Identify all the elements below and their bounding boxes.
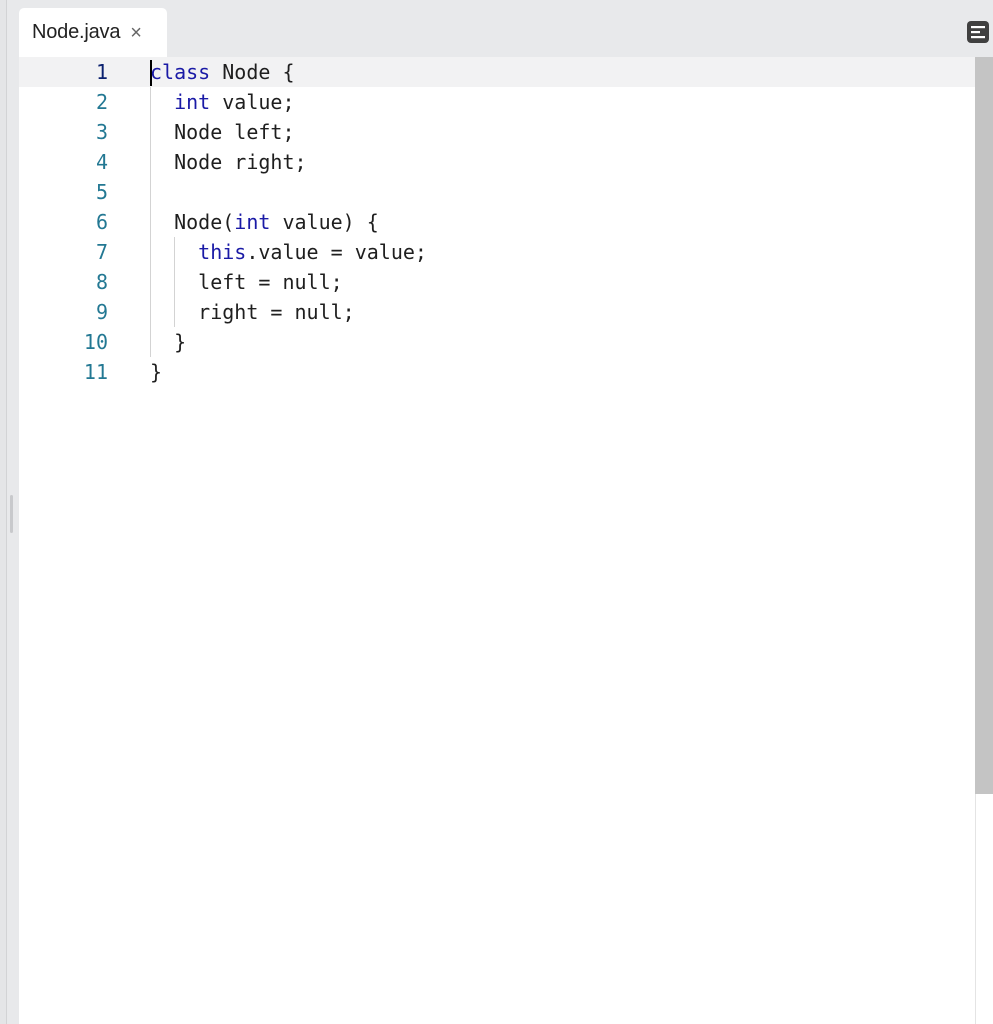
- code-text: Node(int value) {: [150, 210, 379, 234]
- code-text: this.value = value;: [198, 240, 427, 264]
- line-number: 6: [95, 210, 108, 234]
- text-cursor: [150, 60, 152, 86]
- code-line[interactable]: 9 right = null;: [19, 297, 975, 327]
- line-number: 1: [95, 60, 108, 84]
- code-text: left = null;: [150, 270, 343, 294]
- tab-node-java[interactable]: Node.java ×: [19, 8, 167, 57]
- code-line[interactable]: 7 this.value = value;: [19, 237, 975, 267]
- code-line[interactable]: 1 class Node {: [19, 57, 975, 87]
- code-text: Node left;: [150, 120, 295, 144]
- code-line[interactable]: 11 }: [19, 357, 975, 387]
- tab-bar: Node.java ×: [19, 0, 993, 57]
- line-number: 3: [95, 120, 108, 144]
- line-number: 4: [95, 150, 108, 174]
- indent-guide: [150, 87, 151, 357]
- code-line[interactable]: 5: [19, 177, 975, 207]
- code-line[interactable]: 8 left = null;: [19, 267, 975, 297]
- activity-bar-edge: [0, 0, 7, 1024]
- line-number: 5: [95, 180, 108, 204]
- line-number: 7: [95, 240, 108, 264]
- line-number: 8: [95, 270, 108, 294]
- vertical-scrollbar-thumb[interactable]: [975, 57, 993, 794]
- code-line[interactable]: 10 }: [19, 327, 975, 357]
- tab-title: Node.java: [32, 21, 121, 43]
- code-text: Node right;: [150, 150, 307, 174]
- line-number: 9: [95, 300, 108, 324]
- code-line[interactable]: 2 int value;: [19, 87, 975, 117]
- line-number: 2: [95, 90, 108, 114]
- code-line[interactable]: 4 Node right;: [19, 147, 975, 177]
- code-text: }: [150, 360, 163, 384]
- close-icon[interactable]: ×: [130, 23, 142, 43]
- code-text: class Node {: [150, 60, 295, 84]
- code-text: }: [150, 330, 187, 354]
- code-line[interactable]: 6 Node(int value) {: [19, 207, 975, 237]
- code-editor[interactable]: 1 class Node { 2 int value; 3 Node left;…: [19, 57, 993, 1024]
- code-text: right = null;: [150, 300, 355, 324]
- indent-guide: [174, 237, 175, 327]
- line-number: 10: [83, 330, 108, 354]
- code-text: int value;: [174, 90, 295, 114]
- code-line[interactable]: 3 Node left;: [19, 117, 975, 147]
- minimap-toggle-icon[interactable]: [966, 20, 990, 44]
- line-number: 11: [83, 360, 108, 384]
- panel-resize-handle[interactable]: [10, 495, 13, 533]
